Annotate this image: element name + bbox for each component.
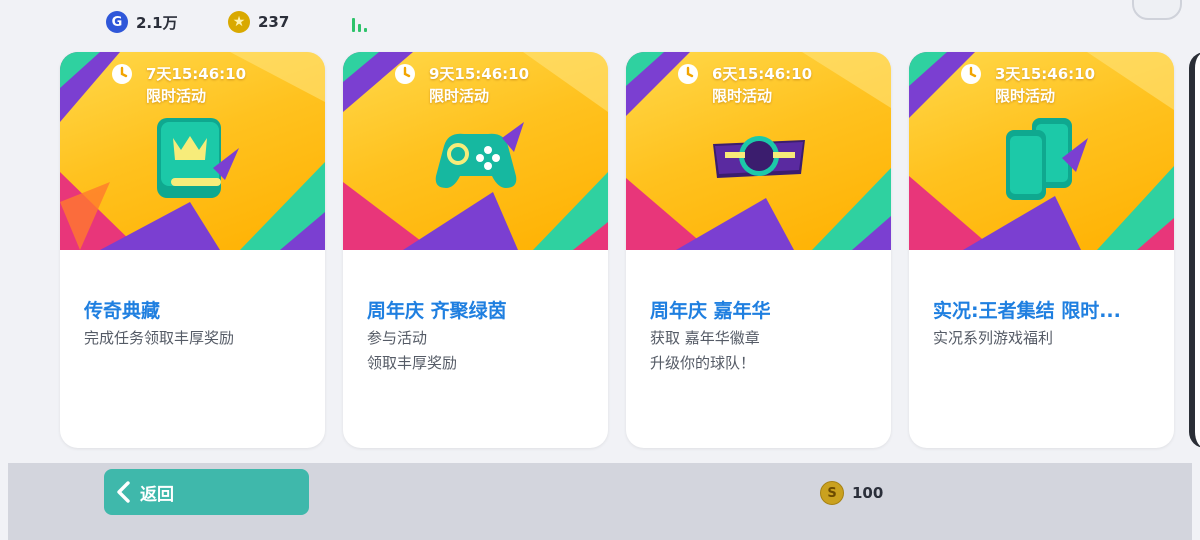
event-cards: 7天15:46:10 限时活动 传奇典藏 完成任务领取丰厚奖励 9天15:46:… bbox=[0, 52, 1200, 450]
desc-line: 完成任务领取丰厚奖励 bbox=[84, 329, 235, 347]
limited-tag: 限时活动 bbox=[429, 87, 490, 105]
desc-line: 参与活动 bbox=[367, 329, 428, 347]
desc-line: 实况系列游戏福利 bbox=[933, 329, 1054, 347]
desc-line: 获取 嘉年华徽章 bbox=[650, 329, 760, 347]
countdown: 9天15:46:10 bbox=[429, 65, 530, 83]
event-card[interactable]: 7天15:46:10 限时活动 传奇典藏 完成任务领取丰厚奖励 bbox=[60, 52, 325, 448]
card-banner: 9天15:46:10 限时活动 bbox=[343, 52, 608, 250]
menu-tab[interactable] bbox=[1132, 0, 1182, 20]
clock-icon bbox=[395, 64, 415, 84]
card-banner: 3天15:46:10 限时活动 bbox=[909, 52, 1174, 250]
event-card[interactable]: 6天15:46:10 限时活动 周年庆 嘉年华 获取 嘉年华徽章 升级你的球队！ bbox=[626, 52, 891, 448]
clock-icon bbox=[961, 64, 981, 84]
gcoin-balance[interactable]: G 2.1万 bbox=[106, 10, 178, 34]
chevron-left-icon bbox=[117, 481, 130, 503]
back-button[interactable]: 返回 bbox=[104, 469, 309, 515]
desc-line: 领取丰厚奖励 bbox=[367, 354, 458, 372]
limited-tag: 限时活动 bbox=[146, 87, 207, 105]
card-title: 传奇典藏 bbox=[84, 300, 161, 322]
limited-tag: 限时活动 bbox=[712, 87, 773, 105]
event-card[interactable]: 3天15:46:10 限时活动 实况:王者集结 限时... 实况系列游戏福利 bbox=[909, 52, 1174, 448]
card-title: 周年庆 齐聚绿茵 bbox=[367, 300, 507, 322]
phones-icon bbox=[1006, 118, 1088, 200]
crown-book-icon bbox=[157, 118, 239, 198]
desc-line: 升级你的球队！ bbox=[650, 354, 756, 372]
card-title: 周年庆 嘉年华 bbox=[650, 300, 771, 322]
card-description: 获取 嘉年华徽章 升级你的球队！ bbox=[650, 326, 760, 376]
gcoin-value: 2.1万 bbox=[136, 13, 178, 32]
star-balance[interactable]: ★ 237 bbox=[228, 10, 289, 34]
card-banner: 6天15:46:10 限时活动 bbox=[626, 52, 891, 250]
card-title: 实况:王者集结 限时... bbox=[933, 300, 1121, 322]
next-card-edge[interactable] bbox=[1189, 52, 1200, 448]
card-description: 实况系列游戏福利 bbox=[933, 326, 1053, 351]
countdown: 7天15:46:10 bbox=[146, 65, 247, 83]
star-icon: ★ bbox=[228, 11, 250, 33]
top-bar: G 2.1万 ★ 237 bbox=[0, 0, 1200, 44]
card-description: 参与活动 领取丰厚奖励 bbox=[367, 326, 457, 376]
gamepad-icon bbox=[435, 122, 524, 188]
clock-icon bbox=[678, 64, 698, 84]
coin-balance[interactable]: S 100 bbox=[820, 481, 883, 505]
event-card[interactable]: 9天15:46:10 限时活动 周年庆 齐聚绿茵 参与活动 领取丰厚奖励 bbox=[343, 52, 608, 448]
star-value: 237 bbox=[258, 13, 290, 31]
card-description: 完成任务领取丰厚奖励 bbox=[84, 326, 234, 351]
limited-tag: 限时活动 bbox=[995, 87, 1056, 105]
countdown: 3天15:46:10 bbox=[995, 65, 1096, 83]
countdown: 6天15:46:10 bbox=[712, 65, 813, 83]
back-label: 返回 bbox=[140, 484, 174, 505]
card-banner: 7天15:46:10 限时活动 bbox=[60, 52, 325, 250]
coin-icon: S bbox=[820, 481, 844, 505]
gcoin-icon: G bbox=[106, 11, 128, 33]
signal-icon bbox=[352, 14, 374, 32]
coin-value: 100 bbox=[852, 484, 884, 502]
clock-icon bbox=[112, 64, 132, 84]
anniversary-badge-icon bbox=[713, 136, 805, 178]
